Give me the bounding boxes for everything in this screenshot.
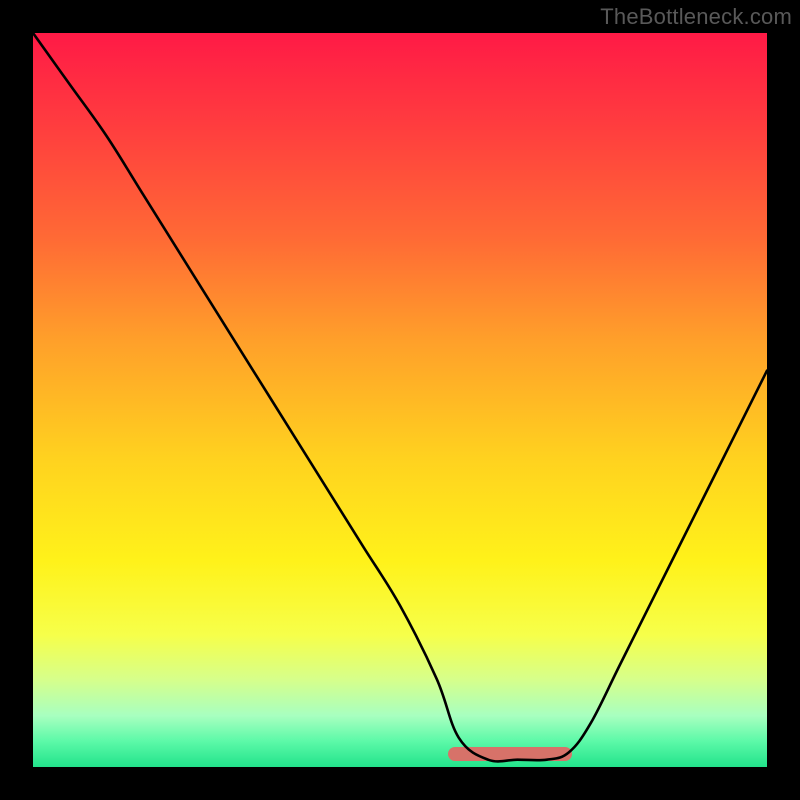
plot-area xyxy=(33,33,767,767)
chart-container: TheBottleneck.com xyxy=(0,0,800,800)
watermark-text: TheBottleneck.com xyxy=(600,4,792,30)
bottleneck-curve xyxy=(33,33,767,767)
